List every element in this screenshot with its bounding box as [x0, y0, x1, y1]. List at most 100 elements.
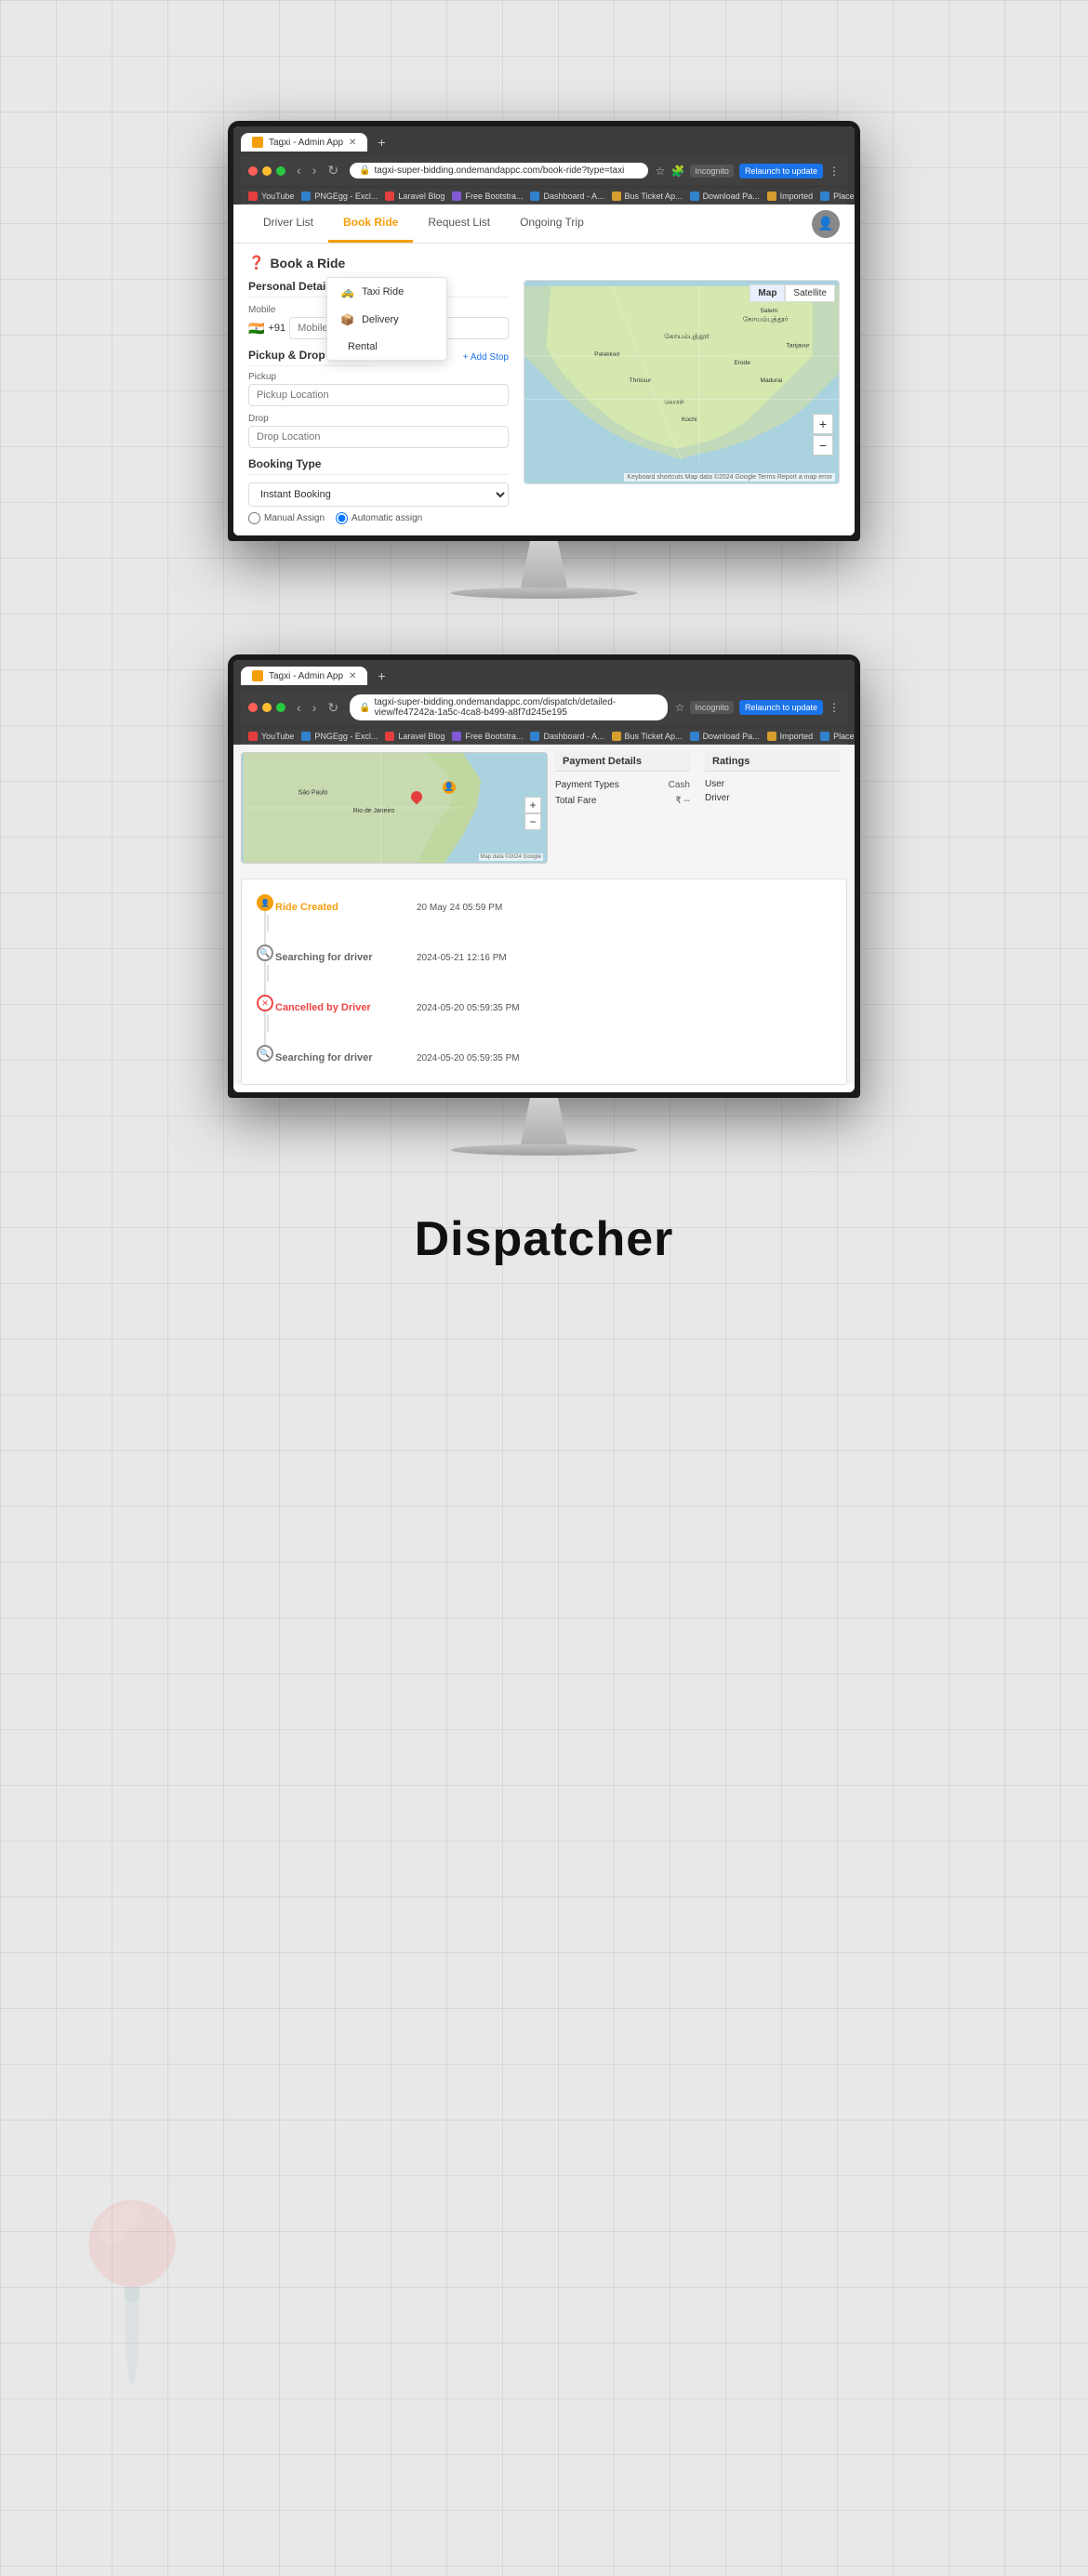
bookmark-place-2[interactable]: Place Autoco...	[820, 732, 855, 741]
nav-driver-list[interactable]: Driver List	[248, 205, 328, 243]
relaunch-btn-2[interactable]: Relaunch to update	[739, 700, 823, 715]
bookmark-pngegg[interactable]: PNGEgg - Excl...	[301, 192, 378, 201]
bookmark-favicon-download	[690, 192, 699, 201]
tab-close-2[interactable]: ✕	[349, 671, 356, 681]
dot-red-1[interactable]	[248, 166, 258, 176]
drop-input[interactable]	[248, 426, 509, 448]
rating-driver-row: Driver	[705, 791, 840, 805]
book-ride-title-text: Book a Ride	[270, 256, 345, 271]
dot-yellow-2[interactable]	[262, 703, 272, 712]
timeline-item-ride-created: 👤 Ride Created 20 May 24 05:59 PM	[275, 891, 831, 922]
map-tab-satellite[interactable]: Satellite	[785, 284, 835, 302]
manual-assign-option[interactable]: Manual Assign	[248, 512, 325, 524]
dot-red-2[interactable]	[248, 703, 258, 712]
tab-close-1[interactable]: ✕	[349, 138, 356, 148]
bookmark-youtube[interactable]: YouTube	[248, 192, 294, 201]
bookmark-dashboard-2[interactable]: Dashboard - A...	[530, 732, 604, 741]
new-tab-btn-2[interactable]: +	[371, 666, 391, 686]
nav-avatar[interactable]: 👤	[812, 210, 840, 238]
ride-type-dropdown[interactable]: 🚕 Taxi Ride 📦 Delivery Rental	[326, 277, 447, 361]
timeline-time-searching-2: 2024-05-20 05:59:35 PM	[417, 1049, 520, 1065]
auto-assign-radio[interactable]	[336, 512, 348, 524]
booking-type-select[interactable]: Instant Booking Schedule Booking	[248, 482, 509, 507]
nav-book-ride[interactable]: Book Ride	[328, 205, 413, 243]
dispatch-right: Payment Details Payment Types Cash Total…	[548, 752, 847, 864]
map-tab-map[interactable]: Map	[750, 284, 785, 302]
dispatch-zoom-in[interactable]: +	[524, 797, 541, 813]
monitor-2: Tagxi - Admin App ✕ + ‹ › ↻	[0, 654, 1088, 1156]
location-pin-icon	[409, 789, 425, 805]
bookmark-dashboard[interactable]: Dashboard - A...	[530, 192, 604, 201]
browser-bar-2: Tagxi - Admin App ✕ + ‹ › ↻	[233, 660, 855, 745]
monitor-inner-1: Tagxi - Admin App ✕ + ‹ › ↻	[233, 126, 855, 535]
refresh-btn-2[interactable]: ↻	[324, 698, 342, 718]
address-bar-2[interactable]: 🔒 tagxi-super-bidding.ondemandappc.com/d…	[350, 694, 668, 720]
refresh-btn-1[interactable]: ↻	[324, 161, 342, 180]
nav-ongoing-trip[interactable]: Ongoing Trip	[505, 205, 599, 243]
bookmark-laravel-2[interactable]: Laravel Blog	[385, 732, 444, 741]
timeline-dot-searching-2: 🔍	[257, 1045, 273, 1062]
bookmark-imported[interactable]: Imported	[767, 192, 814, 201]
lock-icon-2: 🔒	[359, 703, 370, 713]
bookmark-place[interactable]: Place Autoco...	[820, 192, 855, 201]
forward-btn-1[interactable]: ›	[309, 161, 321, 180]
address-bar-1[interactable]: 🔒 tagxi-super-bidding.ondemandappc.com/b…	[350, 163, 648, 178]
dot-yellow-1[interactable]	[262, 166, 272, 176]
dropdown-delivery[interactable]: 📦 Delivery	[327, 306, 446, 334]
rating-user-row: User	[705, 777, 840, 791]
bookmark-bus-2[interactable]: Bus Ticket Ap...	[612, 732, 683, 741]
pickup-input[interactable]	[248, 384, 509, 406]
bookmark-label-download-2: Download Pa...	[703, 732, 760, 741]
bookmark-label-dashboard: Dashboard - A...	[543, 192, 604, 201]
bookmark-youtube-2[interactable]: YouTube	[248, 732, 294, 741]
extension-icon[interactable]: 🧩	[670, 165, 684, 178]
payment-details-title: Payment Details	[555, 752, 690, 772]
svg-text:Tanjavur: Tanjavur	[787, 342, 811, 349]
browser-tab-1[interactable]: Tagxi - Admin App ✕	[241, 133, 367, 152]
browser-tab-2[interactable]: Tagxi - Admin App ✕	[241, 667, 367, 685]
bookmark-imported-2[interactable]: Imported	[767, 732, 814, 741]
dot-green-2[interactable]	[276, 703, 285, 712]
searching-text-1: Searching for driver	[275, 952, 373, 963]
bookmark-favicon-pngegg	[301, 192, 311, 201]
bottom-title-section: Dispatcher	[0, 1211, 1088, 1267]
dispatch-app: Rio de Janeiro Sáo Paulo 👤	[233, 745, 855, 1085]
bookmark-bootstrap-2[interactable]: Free Bootstra...	[452, 732, 523, 741]
nav-links-1: Driver List Book Ride Request List Ongoi…	[248, 205, 599, 243]
manual-assign-radio[interactable]	[248, 512, 260, 524]
back-btn-2[interactable]: ‹	[293, 698, 305, 718]
relaunch-btn-1[interactable]: Relaunch to update	[739, 164, 823, 178]
back-btn-1[interactable]: ‹	[293, 161, 305, 180]
new-tab-btn-1[interactable]: +	[371, 132, 391, 152]
auto-assign-option[interactable]: Automatic assign	[336, 512, 422, 524]
zoom-out-btn-1[interactable]: −	[813, 435, 833, 456]
bookmark-download-2[interactable]: Download Pa...	[690, 732, 760, 741]
dot-green-1[interactable]	[276, 166, 285, 176]
app-content-1: Driver List Book Ride Request List Ongoi…	[233, 205, 855, 535]
zoom-in-btn-1[interactable]: +	[813, 414, 833, 434]
dispatch-zoom-out[interactable]: −	[524, 813, 541, 830]
dropdown-taxi[interactable]: 🚕 Taxi Ride	[327, 278, 446, 306]
dropdown-rental-label: Rental	[348, 341, 378, 352]
nav-btns-1: ‹ › ↻	[293, 161, 342, 180]
bookmark-download[interactable]: Download Pa...	[690, 192, 760, 201]
bookmark-bootstrap[interactable]: Free Bootstra...	[452, 192, 523, 201]
dropdown-rental[interactable]: Rental	[327, 334, 446, 360]
forward-btn-2[interactable]: ›	[309, 698, 321, 718]
nav-request-list[interactable]: Request List	[413, 205, 505, 243]
add-stop-link[interactable]: + Add Stop	[463, 352, 509, 363]
bookmark-bus[interactable]: Bus Ticket Ap...	[612, 192, 683, 201]
timeline-item-searching-1: 🔍 Searching for driver 2024-05-21 12:16 …	[275, 941, 831, 972]
timeline-dot-ride-created: 👤	[257, 894, 273, 911]
star-icon-2[interactable]: ☆	[675, 701, 685, 714]
timeline-label-ride-created: Ride Created	[275, 898, 405, 915]
star-icon[interactable]: ☆	[656, 165, 666, 178]
menu-icon-2[interactable]: ⋮	[829, 701, 840, 714]
bookmark-label-imported-2: Imported	[780, 732, 814, 741]
bookmark-laravel[interactable]: Laravel Blog	[385, 192, 444, 201]
payment-section: Payment Details Payment Types Cash Total…	[555, 752, 690, 864]
searching-icon-1: 🔍	[259, 948, 270, 958]
pickup-label: Pickup	[248, 372, 509, 382]
bookmark-pngegg-2[interactable]: PNGEgg - Excl...	[301, 732, 378, 741]
menu-icon-1[interactable]: ⋮	[829, 165, 840, 178]
